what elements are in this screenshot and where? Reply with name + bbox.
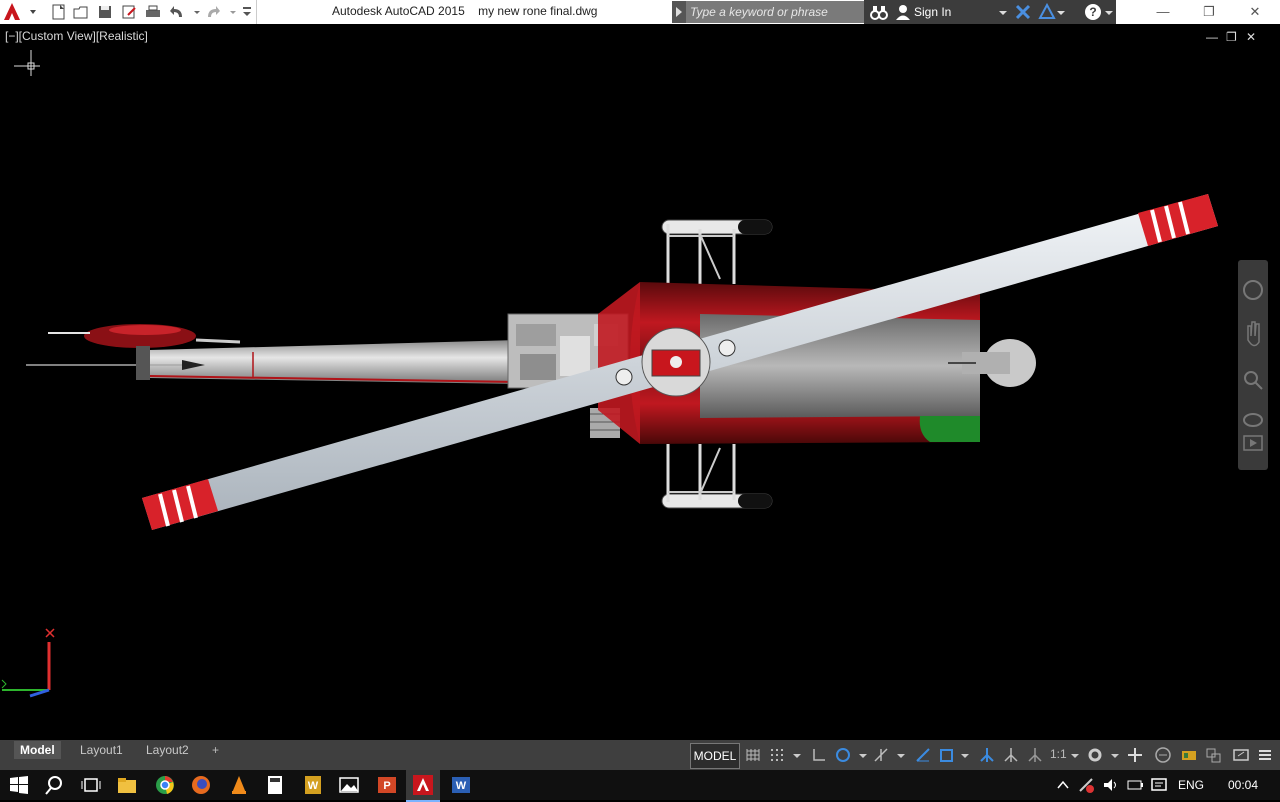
annotation-scale-value[interactable]: 1:1 bbox=[1050, 747, 1067, 761]
customize-qat-icon[interactable] bbox=[238, 3, 256, 21]
annotation-scale-dropdown-icon[interactable] bbox=[1066, 746, 1084, 764]
tab-layout1[interactable]: Layout1 bbox=[74, 741, 129, 759]
undo-icon[interactable] bbox=[168, 3, 186, 21]
tail-boom bbox=[26, 324, 521, 384]
sign-in-dropdown-icon[interactable] bbox=[998, 8, 1008, 18]
powerpoint-icon[interactable]: P bbox=[376, 774, 398, 796]
autodesk-360-icon[interactable] bbox=[1038, 3, 1056, 21]
model-space-toggle[interactable]: MODEL bbox=[690, 743, 740, 769]
snap-dropdown-icon[interactable] bbox=[788, 746, 806, 764]
battery-icon[interactable] bbox=[1126, 777, 1144, 793]
pan-icon[interactable] bbox=[1247, 321, 1260, 347]
windows-start-icon[interactable] bbox=[8, 774, 30, 796]
svg-text:?: ? bbox=[1089, 5, 1096, 19]
save-icon[interactable] bbox=[96, 3, 114, 21]
search-icon[interactable] bbox=[44, 774, 66, 796]
osnap-dropdown-icon[interactable] bbox=[956, 746, 974, 764]
volume-icon[interactable] bbox=[1102, 777, 1120, 793]
action-center-icon[interactable] bbox=[1150, 777, 1168, 793]
network-icon[interactable] bbox=[1078, 777, 1096, 793]
autocad-app-icon bbox=[413, 775, 433, 795]
search-box bbox=[672, 1, 864, 23]
quick-access-toolbar bbox=[44, 0, 257, 24]
clean-screen-icon[interactable] bbox=[1232, 746, 1250, 764]
units-icon[interactable] bbox=[1154, 746, 1172, 764]
word-icon[interactable]: W bbox=[450, 774, 472, 796]
object-snap-tracking-icon[interactable] bbox=[914, 746, 932, 764]
crosshair-cursor-icon bbox=[14, 50, 40, 76]
zoom-extents-icon[interactable] bbox=[1244, 371, 1263, 390]
window-controls: — ❐ ✕ bbox=[1140, 0, 1280, 24]
photos-icon[interactable] bbox=[338, 774, 360, 796]
tab-layout2[interactable]: Layout2 bbox=[140, 741, 195, 759]
navigation-bar bbox=[1238, 260, 1268, 470]
helicopter-3d-model bbox=[1, 50, 1218, 698]
add-layout-icon[interactable]: + bbox=[206, 741, 225, 759]
search-input[interactable] bbox=[688, 3, 862, 21]
annotation-visibility-icon[interactable] bbox=[978, 746, 996, 764]
binoculars-icon[interactable] bbox=[870, 3, 888, 21]
workspace-dropdown-icon[interactable] bbox=[1106, 746, 1124, 764]
polar-dropdown-icon[interactable] bbox=[854, 746, 872, 764]
redo-icon[interactable] bbox=[204, 3, 222, 21]
drawing-viewport[interactable]: [−][Custom View][Realistic] — ❐ ✕ bbox=[0, 24, 1280, 740]
minimize-window-icon[interactable]: — bbox=[1140, 0, 1186, 24]
word-doc-icon[interactable]: W bbox=[302, 774, 324, 796]
show-hidden-icons-chevron-icon[interactable] bbox=[1056, 778, 1070, 792]
system-clock[interactable]: 00:04 bbox=[1228, 778, 1258, 792]
polar-tracking-icon[interactable] bbox=[834, 746, 852, 764]
isolate-objects-icon[interactable] bbox=[1204, 746, 1222, 764]
new-file-icon[interactable] bbox=[50, 3, 68, 21]
autocad-logo-icon bbox=[4, 3, 36, 20]
customization-menu-icon[interactable] bbox=[1256, 746, 1274, 764]
infocenter-toolbar: Sign In ? bbox=[864, 0, 1116, 24]
workspace-gear-icon[interactable] bbox=[1086, 746, 1104, 764]
annotation-scale-icon[interactable] bbox=[1026, 746, 1044, 764]
help-icon[interactable]: ? bbox=[1084, 3, 1102, 21]
plot-icon[interactable] bbox=[144, 3, 162, 21]
isometric-drafting-icon[interactable] bbox=[872, 746, 890, 764]
tab-model[interactable]: Model bbox=[14, 741, 61, 759]
title-bar: Autodesk AutoCAD 2015 my new rone final.… bbox=[0, 0, 1280, 24]
user-icon bbox=[896, 5, 910, 20]
calculator-icon[interactable] bbox=[264, 774, 286, 796]
task-view-icon[interactable] bbox=[80, 774, 102, 796]
windows-taskbar: W P W ENG 00:04 bbox=[0, 770, 1280, 802]
object-snap-icon[interactable] bbox=[938, 746, 956, 764]
steering-wheel-icon[interactable] bbox=[1243, 280, 1263, 300]
firefox-icon[interactable] bbox=[190, 774, 212, 796]
chrome-icon[interactable] bbox=[154, 774, 176, 796]
annotation-monitor-plus-icon[interactable] bbox=[1126, 746, 1144, 764]
hardware-acceleration-icon[interactable] bbox=[1180, 746, 1198, 764]
svg-text:W: W bbox=[456, 780, 467, 792]
layout-and-status-bar: Model Layout1 Layout2 + MODEL 1:1 bbox=[0, 740, 1280, 770]
search-expand-arrow-icon[interactable] bbox=[672, 1, 686, 23]
sign-in-link[interactable]: Sign In bbox=[914, 5, 951, 19]
a360-dropdown-icon[interactable] bbox=[1056, 8, 1066, 18]
ucs-axis-icon bbox=[1, 628, 55, 698]
svg-text:W: W bbox=[308, 780, 319, 792]
application-menu-button[interactable] bbox=[0, 0, 40, 24]
svg-text:P: P bbox=[383, 780, 390, 792]
isodraft-dropdown-icon[interactable] bbox=[892, 746, 910, 764]
autocad-taskbar-button[interactable] bbox=[406, 770, 440, 802]
orbit-icon[interactable] bbox=[1243, 413, 1263, 427]
showmotion-icon[interactable] bbox=[1243, 435, 1263, 451]
open-file-icon[interactable] bbox=[72, 3, 90, 21]
language-indicator[interactable]: ENG bbox=[1178, 778, 1204, 792]
landing-skid-top bbox=[661, 219, 773, 284]
close-window-icon[interactable]: ✕ bbox=[1232, 0, 1278, 24]
exchange-apps-icon[interactable] bbox=[1014, 3, 1032, 21]
help-dropdown-icon[interactable] bbox=[1104, 8, 1114, 18]
grid-display-icon[interactable] bbox=[744, 746, 762, 764]
ortho-mode-icon[interactable] bbox=[810, 746, 828, 764]
snap-mode-icon[interactable] bbox=[768, 746, 786, 764]
window-title: Autodesk AutoCAD 2015 my new rone final.… bbox=[332, 4, 598, 18]
file-explorer-icon[interactable] bbox=[116, 774, 138, 796]
auto-scale-icon[interactable] bbox=[1002, 746, 1020, 764]
save-as-icon[interactable] bbox=[120, 3, 138, 21]
restore-window-icon[interactable]: ❐ bbox=[1186, 0, 1232, 24]
landing-skid-bottom bbox=[661, 444, 773, 509]
vlc-icon[interactable] bbox=[228, 774, 250, 796]
